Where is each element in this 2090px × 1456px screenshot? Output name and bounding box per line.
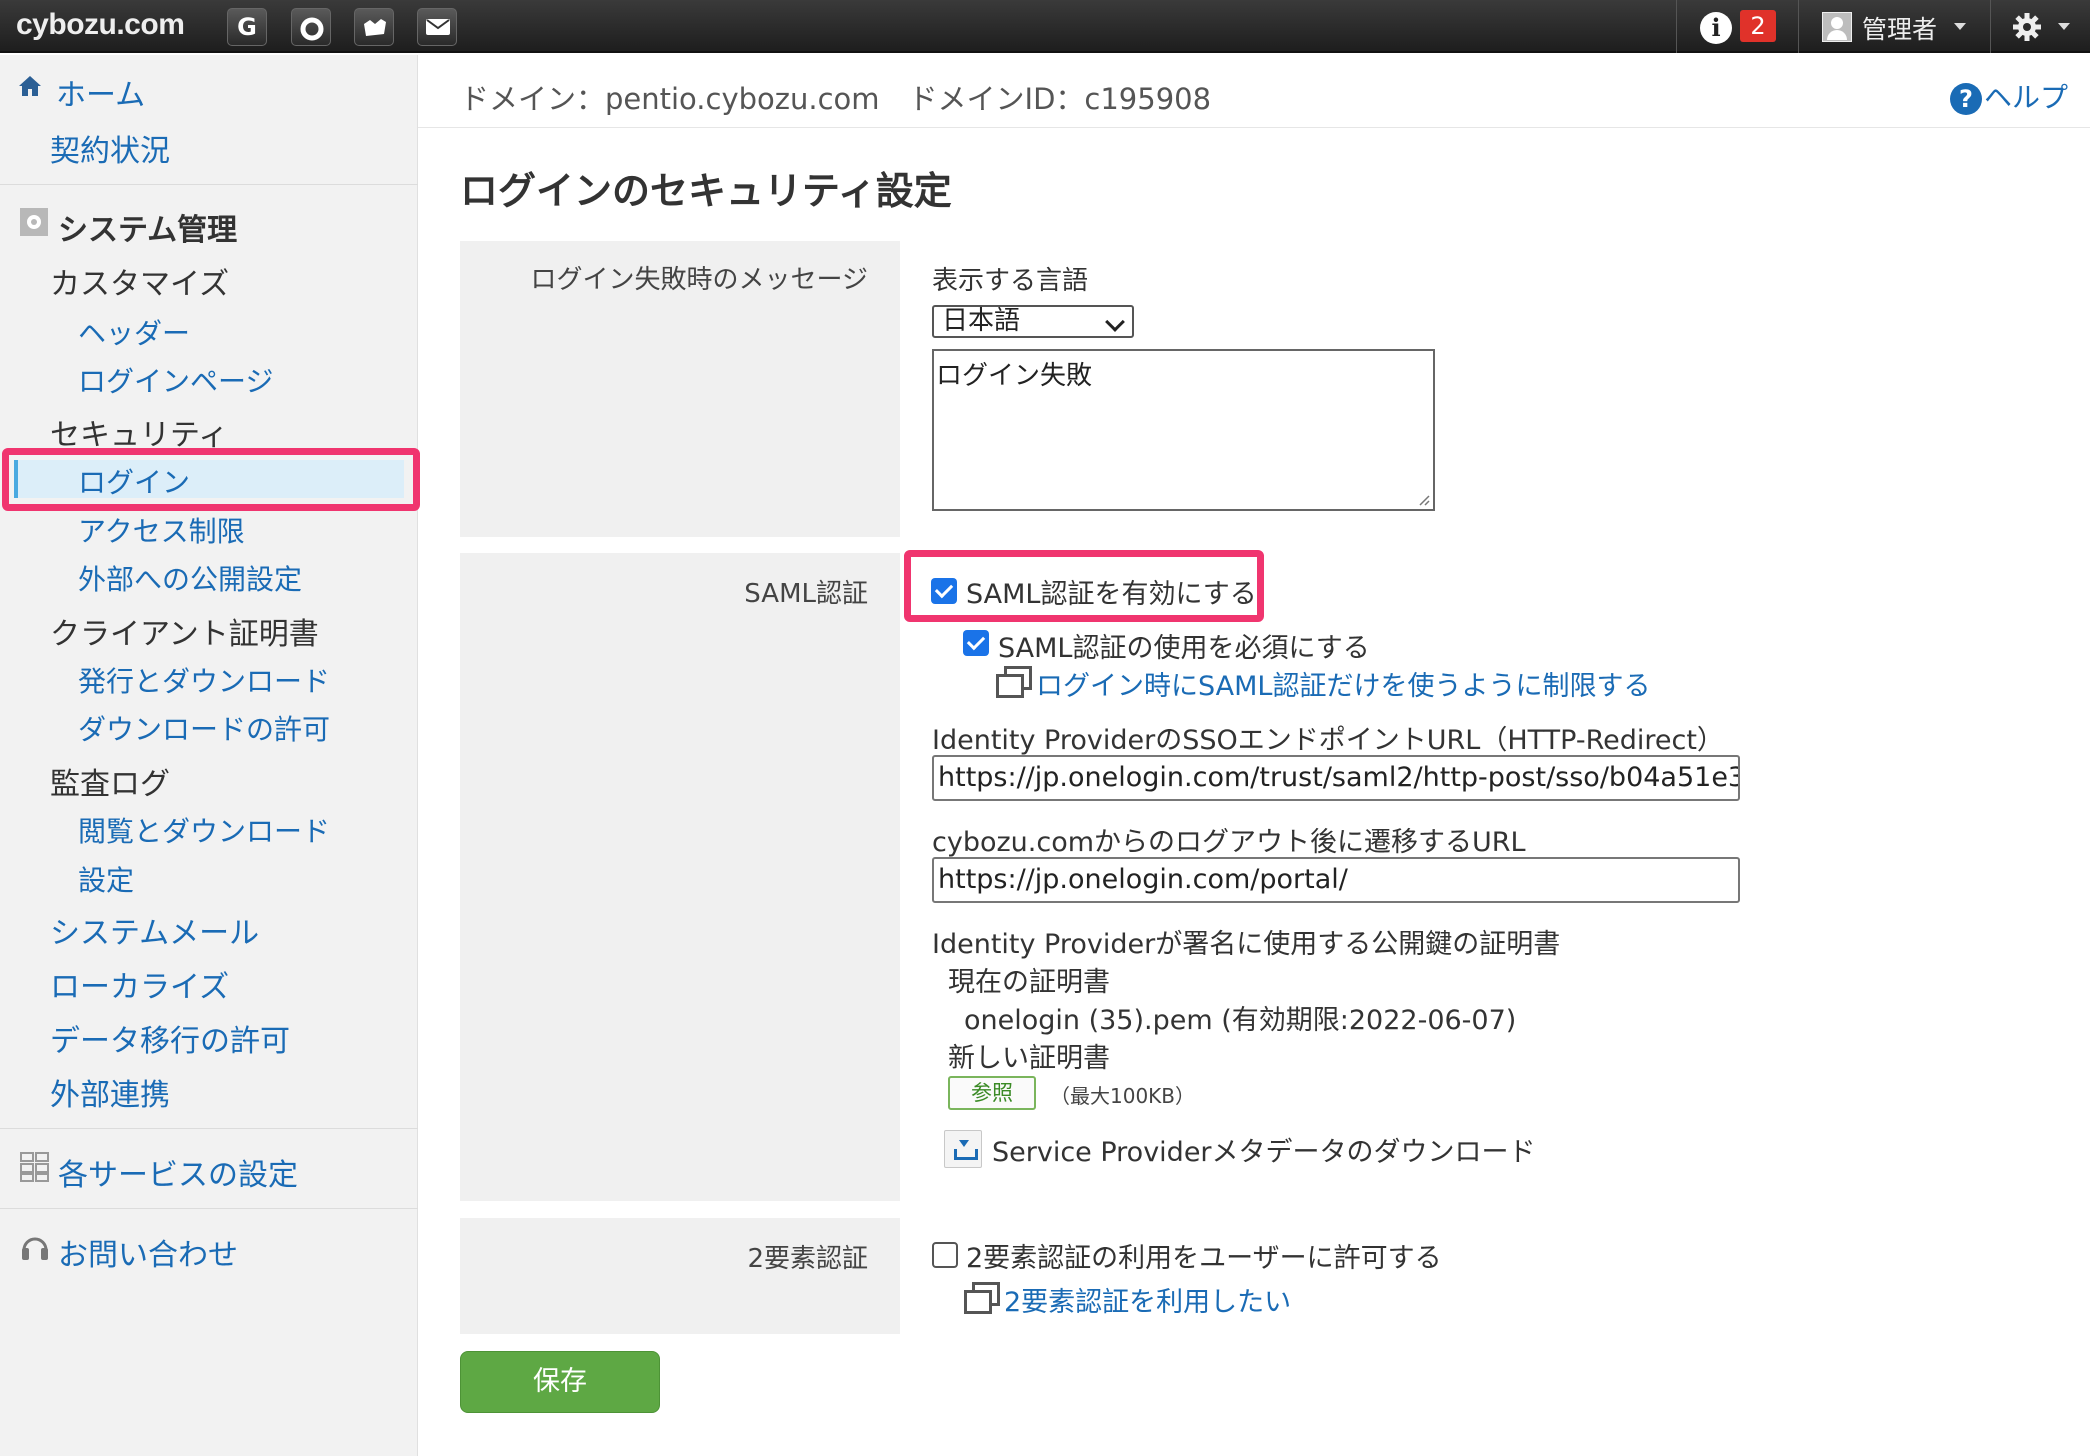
current-cert-value: onelogin (35).pem (有効期限:2022-06-07) bbox=[964, 1005, 1517, 1036]
headset-icon bbox=[22, 1237, 48, 1260]
new-cert-label: 新しい証明書 bbox=[948, 1043, 1110, 1074]
office-icon[interactable] bbox=[291, 8, 331, 46]
sidebar-item-service-settings[interactable]: 各サービスの設定 bbox=[58, 1150, 298, 1194]
sidebar-item-access-restriction[interactable]: アクセス制限 bbox=[78, 510, 245, 550]
language-label: 表示する言語 bbox=[932, 266, 1089, 296]
sidebar-item-home[interactable]: ホーム bbox=[56, 70, 145, 114]
page-title: ログインのセキュリティ設定 bbox=[460, 169, 952, 213]
two-factor-label: 2要素認証 bbox=[747, 1244, 868, 1274]
two-factor-allow-checkbox[interactable] bbox=[932, 1242, 958, 1268]
separator bbox=[1676, 0, 1677, 53]
saml-require-checkbox[interactable] bbox=[963, 630, 989, 656]
user-avatar-icon[interactable] bbox=[1822, 12, 1852, 42]
max-size-note: （最大100KB） bbox=[1050, 1084, 1196, 1108]
login-fail-message-textarea[interactable]: ログイン失敗 bbox=[932, 349, 1435, 511]
metadata-download-link[interactable]: Service Providerメタデータのダウンロード bbox=[992, 1130, 1536, 1169]
help-link[interactable]: ? ヘルプ bbox=[1950, 76, 2068, 116]
sidebar-item-customize: カスタマイズ bbox=[50, 267, 230, 302]
sidebar-item-login-page[interactable]: ログインページ bbox=[78, 360, 273, 400]
sidebar-item-client-cert: クライアント証明書 bbox=[50, 617, 319, 652]
sidebar-item-issue-download[interactable]: 発行とダウンロード bbox=[78, 660, 330, 700]
saml-label-cell: SAML認証 bbox=[460, 553, 900, 1201]
popup-window-icon bbox=[964, 1282, 1000, 1314]
login-fail-message-value: ログイン失敗 bbox=[936, 361, 1093, 391]
sidebar-item-data-migration[interactable]: データ移行の許可 bbox=[50, 1016, 290, 1060]
mailwise-icon[interactable] bbox=[354, 8, 394, 46]
sidebar-item-audit-log: 監査ログ bbox=[50, 767, 170, 802]
garoon-icon[interactable]: G bbox=[227, 8, 267, 46]
home-icon bbox=[19, 76, 41, 96]
login-fail-label: ログイン失敗時のメッセージ bbox=[530, 265, 868, 295]
sidebar-item-contract[interactable]: 契約状況 bbox=[50, 126, 170, 170]
separator bbox=[1990, 0, 1991, 53]
saml-require-label[interactable]: SAML認証の使用を必須にする bbox=[998, 626, 1370, 665]
user-menu[interactable]: 管理者 bbox=[1862, 10, 1937, 46]
sidebar-item-external-publish[interactable]: 外部への公開設定 bbox=[78, 558, 302, 598]
sidebar-item-system-admin[interactable]: システム管理 bbox=[58, 205, 237, 249]
sidebar-item-system-mail[interactable]: システムメール bbox=[50, 908, 259, 952]
separator bbox=[1798, 0, 1799, 53]
sidebar-item-localize[interactable]: ローカライズ bbox=[50, 962, 229, 1006]
settings-icon bbox=[20, 208, 48, 236]
popup-window-icon bbox=[996, 666, 1032, 698]
gear-icon[interactable] bbox=[2012, 12, 2042, 42]
domain-breadcrumb: ドメイン：pentio.cybozu.com ドメインID：c195908 bbox=[460, 82, 1212, 116]
save-button[interactable]: 保存 bbox=[460, 1351, 660, 1413]
sidebar-item-view-download[interactable]: 閲覧とダウンロード bbox=[78, 810, 330, 850]
two-factor-allow-label[interactable]: 2要素認証の利用をユーザーに許可する bbox=[966, 1236, 1442, 1275]
language-select-value: 日本語 bbox=[942, 306, 1021, 336]
mail-icon[interactable] bbox=[417, 8, 457, 46]
sidebar-item-audit-settings[interactable]: 設定 bbox=[78, 859, 134, 899]
browse-button[interactable]: 参照 bbox=[948, 1076, 1036, 1110]
divider bbox=[0, 184, 418, 185]
grid-icon bbox=[20, 1152, 49, 1182]
sidebar-item-download-permission[interactable]: ダウンロードの許可 bbox=[78, 708, 330, 748]
help-icon: ? bbox=[1950, 83, 1982, 115]
info-icon[interactable]: i bbox=[1700, 12, 1732, 44]
two-factor-link[interactable]: 2要素認証を利用したい bbox=[1004, 1280, 1291, 1319]
two-factor-label-cell: 2要素認証 bbox=[460, 1218, 900, 1334]
logout-url-input[interactable]: https://jp.onelogin.com/portal/ bbox=[932, 857, 1740, 903]
sidebar-item-header[interactable]: ヘッダー bbox=[78, 312, 190, 352]
sidebar-item-contact[interactable]: お問い合わせ bbox=[58, 1230, 238, 1274]
sidebar-item-external-link[interactable]: 外部連携 bbox=[50, 1070, 170, 1114]
download-icon bbox=[944, 1130, 982, 1168]
sso-url-input[interactable]: https://jp.onelogin.com/trust/saml2/http… bbox=[932, 755, 1740, 801]
resize-grip-icon[interactable] bbox=[1418, 494, 1430, 506]
header-divider bbox=[418, 127, 2090, 128]
saml-restrict-link[interactable]: ログイン時にSAML認証だけを使うように制限する bbox=[1036, 664, 1650, 703]
chevron-down-icon[interactable] bbox=[2058, 23, 2070, 30]
current-cert-label: 現在の証明書 bbox=[948, 967, 1110, 998]
chevron-down-icon bbox=[1105, 312, 1125, 332]
divider bbox=[0, 1128, 418, 1129]
cert-label: Identity Providerが署名に使用する公開鍵の証明書 bbox=[932, 929, 1561, 960]
language-select[interactable]: 日本語 bbox=[932, 305, 1134, 338]
chevron-down-icon[interactable] bbox=[1954, 23, 1966, 30]
help-label: ヘルプ bbox=[1984, 81, 2069, 114]
saml-label: SAML認証 bbox=[744, 579, 868, 609]
divider bbox=[0, 1208, 418, 1209]
logout-url-label: cybozu.comからのログアウト後に遷移するURL bbox=[932, 827, 1526, 858]
cybozu-logo[interactable]: cybozu.com bbox=[16, 8, 185, 42]
login-fail-label-cell: ログイン失敗時のメッセージ bbox=[460, 241, 900, 537]
sso-url-label: Identity ProviderのSSOエンドポイントURL（HTTP-Red… bbox=[932, 725, 1724, 756]
annotation-highlight-saml bbox=[904, 550, 1264, 622]
top-bar: cybozu.com G i 2 管理者 bbox=[0, 0, 2090, 53]
notification-badge[interactable]: 2 bbox=[1740, 10, 1776, 42]
annotation-highlight-login bbox=[2, 448, 420, 511]
